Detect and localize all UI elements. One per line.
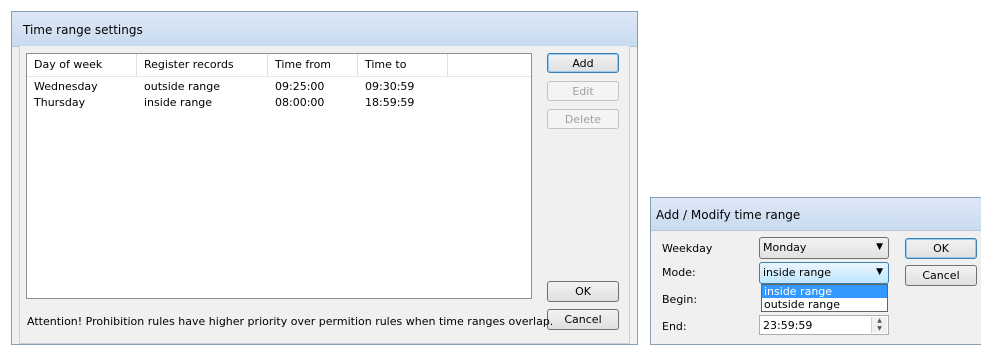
- cell-register: inside range: [144, 96, 213, 109]
- ok-button[interactable]: OK: [547, 281, 619, 302]
- edit-button[interactable]: Edit: [547, 81, 619, 101]
- weekday-label: Weekday: [662, 242, 713, 255]
- chevron-down-icon: ▼: [876, 267, 883, 277]
- mode-value: inside range: [763, 266, 832, 279]
- cell-register: outside range: [144, 80, 221, 93]
- chevron-down-icon: ▼: [876, 242, 883, 252]
- dropdown-option-inside[interactable]: inside range: [762, 285, 887, 298]
- delete-button[interactable]: Delete: [547, 109, 619, 129]
- table-row[interactable]: Wednesday outside range 09:25:00 09:30:5…: [27, 79, 531, 95]
- cell-time-from: 08:00:00: [275, 96, 325, 109]
- dialog-title-bar: Time range settings: [12, 12, 637, 47]
- time-range-list[interactable]: Day of week Register records Time from T…: [26, 53, 532, 299]
- end-time-value: 23:59:59: [763, 319, 813, 332]
- modify-dialog-title-bar: Add / Modify time range: [651, 198, 981, 231]
- mode-select[interactable]: inside range ▼: [759, 262, 889, 284]
- cell-day: Wednesday: [34, 80, 98, 93]
- modify-dialog-title: Add / Modify time range: [656, 208, 801, 222]
- end-time-field[interactable]: 23:59:59 ▲ ▼: [759, 315, 889, 335]
- weekday-select[interactable]: Monday ▼: [759, 237, 889, 259]
- mode-label: Mode:: [662, 266, 696, 279]
- table-row[interactable]: Thursday inside range 08:00:00 18:59:59: [27, 95, 531, 111]
- column-header-time-from[interactable]: Time from: [268, 54, 358, 76]
- column-header-day[interactable]: Day of week: [27, 54, 137, 76]
- cell-day: Thursday: [34, 96, 86, 109]
- column-header-register[interactable]: Register records: [137, 54, 268, 76]
- cell-time-to: 09:30:59: [365, 80, 415, 93]
- modify-ok-button[interactable]: OK: [905, 238, 977, 259]
- end-label: End:: [662, 320, 687, 333]
- cell-time-to: 18:59:59: [365, 96, 415, 109]
- spinner-icon[interactable]: ▲ ▼: [871, 317, 887, 333]
- list-header: Day of week Register records Time from T…: [27, 54, 531, 77]
- begin-label: Begin:: [662, 293, 698, 306]
- add-button[interactable]: Add: [547, 53, 619, 73]
- column-header-time-to[interactable]: Time to: [358, 54, 448, 76]
- attention-message: Attention! Prohibition rules have higher…: [27, 315, 554, 328]
- dropdown-option-outside[interactable]: outside range: [762, 298, 887, 311]
- cancel-button[interactable]: Cancel: [547, 309, 619, 330]
- mode-dropdown-list[interactable]: inside range outside range: [761, 284, 888, 312]
- weekday-value: Monday: [763, 241, 807, 254]
- dialog-title: Time range settings: [23, 23, 143, 37]
- cell-time-from: 09:25:00: [275, 80, 325, 93]
- modify-cancel-button[interactable]: Cancel: [905, 265, 977, 286]
